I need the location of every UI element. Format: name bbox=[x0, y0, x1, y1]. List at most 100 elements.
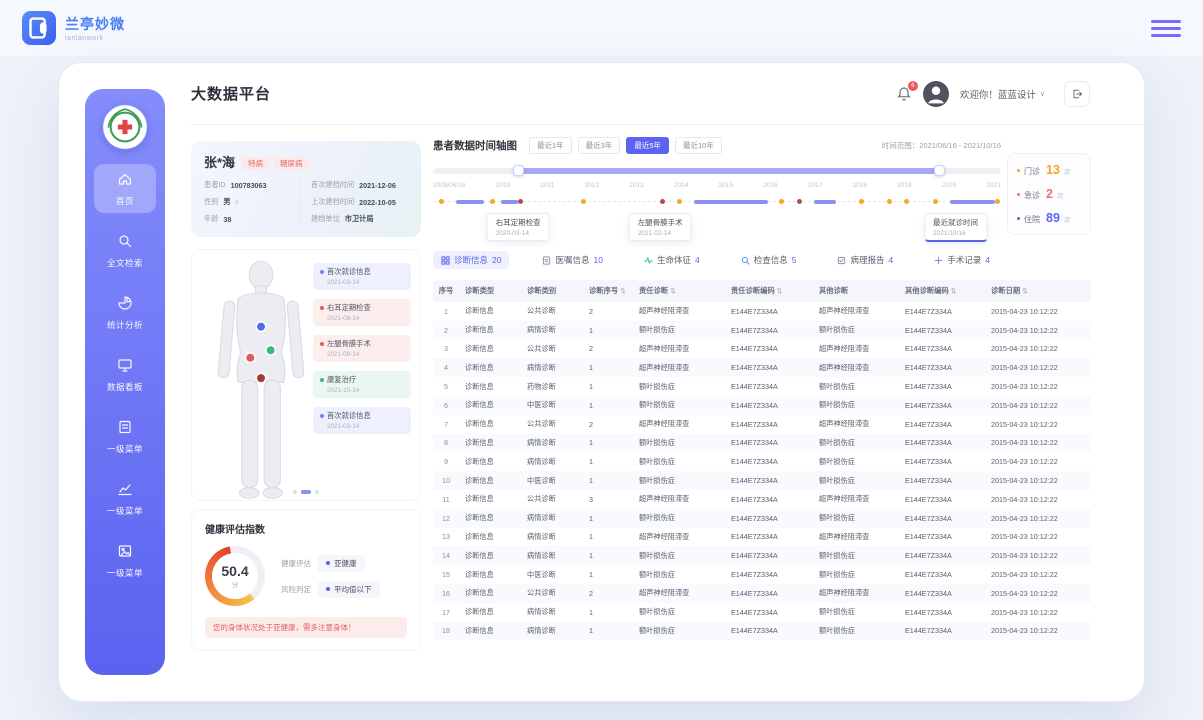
report-icon bbox=[837, 256, 846, 265]
table-cell: 额叶损伤症 bbox=[813, 509, 899, 528]
sort-icon[interactable]: ⇅ bbox=[620, 288, 625, 295]
table-cell: 公共诊断 bbox=[521, 415, 583, 434]
table-cell: E144E7Z334A bbox=[899, 509, 985, 528]
table-row[interactable]: 13诊断信息病情诊断1超声神经阻滞查E144E7Z334A超声神经阻滞查E144… bbox=[433, 528, 1091, 547]
tab-label: 医嘱信息 bbox=[555, 254, 589, 266]
pager-dot[interactable] bbox=[293, 490, 297, 494]
table-cell: E144E7Z334A bbox=[899, 584, 985, 603]
table-cell: E144E7Z334A bbox=[725, 434, 813, 453]
range-filter-3[interactable]: 最近5年 bbox=[626, 137, 669, 154]
table-row[interactable]: 12诊断信息病情诊断1额叶损伤症E144E7Z334A额叶损伤症E144E7Z3… bbox=[433, 509, 1091, 528]
table-cell: 额叶损伤症 bbox=[813, 622, 899, 641]
table-cell: 额叶损伤症 bbox=[633, 396, 725, 415]
table-cell: 超声神经阻滞查 bbox=[813, 302, 899, 321]
table-row[interactable]: 14诊断信息病情诊断1额叶损伤症E144E7Z334A额叶损伤症E144E7Z3… bbox=[433, 546, 1091, 565]
table-row[interactable]: 2诊断信息病情诊断1额叶损伤症E144E7Z334A额叶损伤症E144E7Z33… bbox=[433, 321, 1091, 340]
sort-icon[interactable]: ⇅ bbox=[670, 288, 675, 295]
table-cell: 额叶损伤症 bbox=[633, 565, 725, 584]
sort-icon[interactable]: ⇅ bbox=[951, 288, 956, 295]
table-cell: 1 bbox=[583, 321, 633, 340]
timeline-slider[interactable] bbox=[433, 166, 1001, 176]
table-row[interactable]: 10诊断信息中医诊断1额叶损伤症E144E7Z334A额叶损伤症E144E7Z3… bbox=[433, 471, 1091, 490]
table-cell: 2015-04-23 10:12:22 bbox=[985, 528, 1091, 547]
timeline-year-label: 2009/06/16 bbox=[433, 182, 466, 189]
table-row[interactable]: 1诊断信息公共诊断2超声神经阻滞查E144E7Z334A超声神经阻滞查E144E… bbox=[433, 302, 1091, 321]
table-cell: 2015-04-23 10:12:22 bbox=[985, 584, 1091, 603]
table-cell: 额叶损伤症 bbox=[813, 434, 899, 453]
table-row[interactable]: 3诊断信息公共诊断2超声神经阻滞查E144E7Z334A超声神经阻滞查E144E… bbox=[433, 340, 1091, 359]
sort-icon[interactable]: ⇅ bbox=[777, 288, 782, 295]
health-metric-value: 亚健康 bbox=[318, 555, 365, 572]
table-cell: 诊断信息 bbox=[459, 509, 521, 528]
sidebar-item-2[interactable]: 全文检索 bbox=[94, 226, 156, 275]
column-header[interactable]: 其他诊断编码⇅ bbox=[899, 280, 985, 302]
patient-field-label: 首次建档时间 bbox=[311, 180, 354, 190]
table-cell: 病情诊断 bbox=[521, 603, 583, 622]
slider-handle-right[interactable] bbox=[934, 165, 945, 176]
pager-dot[interactable] bbox=[301, 490, 311, 494]
tab-2[interactable]: 医嘱信息10 bbox=[534, 251, 610, 269]
column-header[interactable]: 责任诊断⇅ bbox=[633, 280, 725, 302]
range-filter-4[interactable]: 最近10年 bbox=[675, 137, 722, 154]
pager-dot[interactable] bbox=[315, 490, 319, 494]
table-cell: 病情诊断 bbox=[521, 622, 583, 641]
range-filter-2[interactable]: 最近3年 bbox=[578, 137, 621, 154]
tab-1[interactable]: 诊断信息20 bbox=[433, 251, 509, 269]
table-row[interactable]: 9诊断信息病情诊断1额叶损伤症E144E7Z334A额叶损伤症E144E7Z33… bbox=[433, 452, 1091, 471]
brand: 兰亭妙微 lanlanwork bbox=[22, 11, 125, 45]
table-cell: 14 bbox=[433, 546, 459, 565]
table-row[interactable]: 6诊断信息中医诊断1额叶损伤症E144E7Z334A额叶损伤症E144E7Z33… bbox=[433, 396, 1091, 415]
table-row[interactable]: 11诊断信息公共诊断3超声神经阻滞查E144E7Z334A超声神经阻滞查E144… bbox=[433, 490, 1091, 509]
table-row[interactable]: 16诊断信息公共诊断2超声神经阻滞查E144E7Z334A超声神经阻滞查E144… bbox=[433, 584, 1091, 603]
callout-dot-icon bbox=[320, 306, 324, 310]
table-row[interactable]: 7诊断信息公共诊断2超声神经阻滞查E144E7Z334A超声神经阻滞查E144E… bbox=[433, 415, 1091, 434]
health-metric-value: 平均值以下 bbox=[318, 581, 380, 598]
table-cell: 2015-04-23 10:12:22 bbox=[985, 565, 1091, 584]
table-row[interactable]: 17诊断信息病情诊断1额叶损伤症E144E7Z334A额叶损伤症E144E7Z3… bbox=[433, 603, 1091, 622]
table-cell: E144E7Z334A bbox=[899, 546, 985, 565]
table-cell: 1 bbox=[583, 396, 633, 415]
table-cell: 额叶损伤症 bbox=[813, 396, 899, 415]
avatar[interactable] bbox=[923, 81, 949, 107]
tab-5[interactable]: 病理报告4 bbox=[829, 251, 901, 269]
timeline-callout-title: 右耳定期检查 bbox=[496, 217, 541, 228]
table-row[interactable]: 5诊断信息药物诊断1额叶损伤症E144E7Z334A额叶损伤症E144E7Z33… bbox=[433, 377, 1091, 396]
body-marker-abdomen-left bbox=[245, 353, 255, 363]
sidebar-item-6[interactable]: 一级菜单 bbox=[94, 474, 156, 523]
timeline-callout-title: 最近就诊时间 bbox=[933, 217, 978, 228]
sidebar-item-7[interactable]: 一级菜单 bbox=[94, 536, 156, 585]
sidebar-item-4[interactable]: 数据看板 bbox=[94, 350, 156, 399]
slider-handle-left[interactable] bbox=[513, 165, 524, 176]
table-cell: 超声神经阻滞查 bbox=[813, 490, 899, 509]
table-cell: 诊断信息 bbox=[459, 471, 521, 490]
table-row[interactable]: 8诊断信息病情诊断1额叶损伤症E144E7Z334A额叶损伤症E144E7Z33… bbox=[433, 434, 1091, 453]
sort-icon[interactable]: ⇅ bbox=[1022, 288, 1027, 295]
notifications-button[interactable]: 6 bbox=[896, 86, 912, 102]
user-menu[interactable]: 欢迎你！蓝蓝设计 ∨ bbox=[960, 87, 1045, 101]
table-cell: 2015-04-23 10:12:22 bbox=[985, 377, 1091, 396]
table-cell: 8 bbox=[433, 434, 459, 453]
table-cell: 额叶损伤症 bbox=[813, 471, 899, 490]
table-row[interactable]: 18诊断信息病情诊断1额叶损伤症E144E7Z334A额叶损伤症E144E7Z3… bbox=[433, 622, 1091, 641]
timeline-callout: 左腿骨膜手术2021-02-14 bbox=[629, 213, 692, 241]
tab-6[interactable]: 手术记录4 bbox=[926, 251, 998, 269]
range-filter-1[interactable]: 最近1年 bbox=[529, 137, 572, 154]
tab-3[interactable]: 生命体征4 bbox=[636, 251, 708, 269]
table-row[interactable]: 4诊断信息病情诊断1超声神经阻滞查E144E7Z334A超声神经阻滞查E144E… bbox=[433, 358, 1091, 377]
sidebar-item-3[interactable]: 统计分析 bbox=[94, 288, 156, 337]
sidebar-item-1[interactable]: 首页 bbox=[94, 164, 156, 213]
column-header[interactable]: 诊断日期⇅ bbox=[985, 280, 1091, 302]
menu-icon[interactable] bbox=[1151, 12, 1181, 45]
column-header[interactable]: 诊断序号⇅ bbox=[583, 280, 633, 302]
table-cell: E144E7Z334A bbox=[725, 622, 813, 641]
sidebar-item-label: 一级菜单 bbox=[94, 567, 156, 579]
tab-4[interactable]: 检查信息5 bbox=[733, 251, 805, 269]
table-cell: 额叶损伤症 bbox=[633, 471, 725, 490]
sidebar-item-label: 一级菜单 bbox=[94, 505, 156, 517]
sidebar-item-5[interactable]: 一级菜单 bbox=[94, 412, 156, 461]
table-cell: 超声神经阻滞查 bbox=[633, 302, 725, 321]
logout-button[interactable] bbox=[1064, 81, 1090, 107]
table-row[interactable]: 15诊断信息中医诊断1额叶损伤症E144E7Z334A额叶损伤症E144E7Z3… bbox=[433, 565, 1091, 584]
column-header[interactable]: 责任诊断编码⇅ bbox=[725, 280, 813, 302]
patient-name: 张*海 bbox=[204, 152, 235, 171]
